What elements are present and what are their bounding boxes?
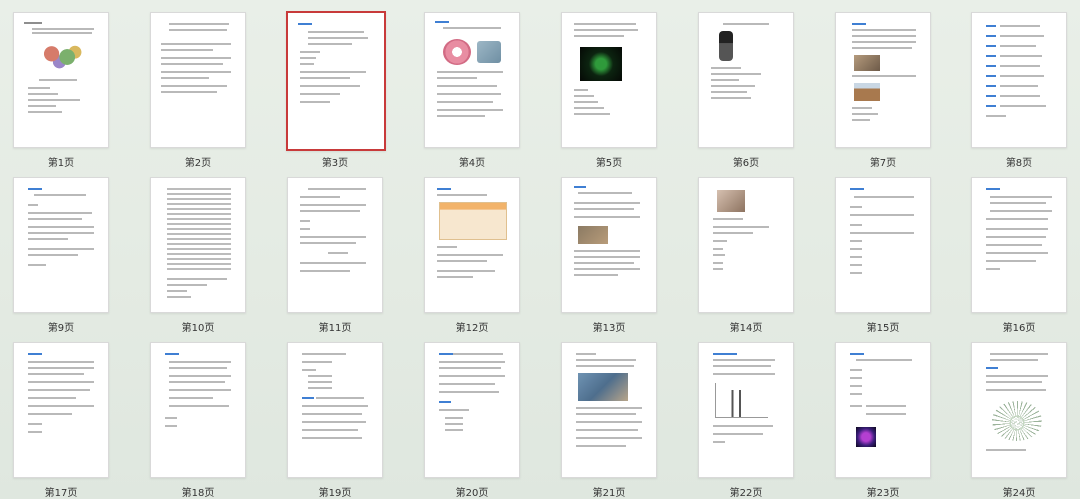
page-preview — [13, 177, 109, 313]
page-label: 第17页 — [44, 488, 78, 499]
page-label: 第23页 — [866, 488, 900, 499]
donut-image — [443, 39, 471, 65]
page-label: 第22页 — [729, 488, 763, 499]
page-preview — [698, 12, 794, 148]
page-preview — [835, 177, 931, 313]
texture-image — [854, 55, 880, 71]
page-label: 第3页 — [321, 158, 349, 169]
page-label: 第21页 — [592, 488, 626, 499]
people-photo — [578, 226, 608, 244]
page-label: 第24页 — [1002, 488, 1036, 499]
page-preview — [835, 12, 931, 148]
page-label: 第15页 — [866, 323, 900, 334]
page-label: 第9页 — [47, 323, 75, 334]
page-label: 第2页 — [184, 158, 212, 169]
page-preview — [424, 12, 520, 148]
page-preview — [835, 342, 931, 478]
phylogenetic-tree-figure — [992, 401, 1042, 441]
page-preview — [971, 177, 1067, 313]
fluorescence-image — [856, 427, 876, 447]
page-preview — [971, 342, 1067, 478]
page-preview — [561, 177, 657, 313]
page-label: 第5页 — [595, 158, 623, 169]
page-preview — [150, 177, 246, 313]
page-label: 第6页 — [732, 158, 760, 169]
page-label: 第18页 — [181, 488, 215, 499]
page-preview — [424, 342, 520, 478]
page-label: 第16页 — [1002, 323, 1036, 334]
page-label: 第12页 — [455, 323, 489, 334]
page-label: 第14页 — [729, 323, 763, 334]
page-preview — [287, 342, 383, 478]
page-label: 第4页 — [458, 158, 486, 169]
ostrich-image — [719, 31, 733, 61]
page-preview-selected — [286, 11, 386, 151]
page-preview — [561, 342, 657, 478]
page-preview — [13, 342, 109, 478]
page-preview — [561, 12, 657, 148]
page-preview — [698, 177, 794, 313]
page-label: 第1页 — [47, 158, 75, 169]
page-preview — [287, 177, 383, 313]
mountain-image — [854, 83, 880, 101]
page-preview — [698, 342, 794, 478]
page-thumbnail-grid: 第1页 第2页 第3页 第4页 第5页 第6页 第7页 第8页 第9页 第10页… — [0, 0, 1080, 499]
page-label: 第11页 — [318, 323, 352, 334]
bar-chart-figure — [715, 383, 768, 418]
product-chart-image — [439, 202, 507, 240]
device-image — [477, 41, 501, 63]
hands-photo — [717, 190, 745, 212]
page-preview — [424, 177, 520, 313]
page-label: 第20页 — [455, 488, 489, 499]
data-table — [167, 188, 231, 272]
page-label: 第13页 — [592, 323, 626, 334]
page-label: 第8页 — [1005, 158, 1033, 169]
microscopy-image — [580, 47, 622, 81]
molecule-image — [36, 41, 88, 73]
page-label: 第7页 — [869, 158, 897, 169]
page-preview — [150, 12, 246, 148]
page-label: 第10页 — [181, 323, 215, 334]
page-label: 第19页 — [318, 488, 352, 499]
scene-photo — [578, 373, 628, 401]
page-preview — [150, 342, 246, 478]
page-preview — [13, 12, 109, 148]
page-preview — [971, 12, 1067, 148]
